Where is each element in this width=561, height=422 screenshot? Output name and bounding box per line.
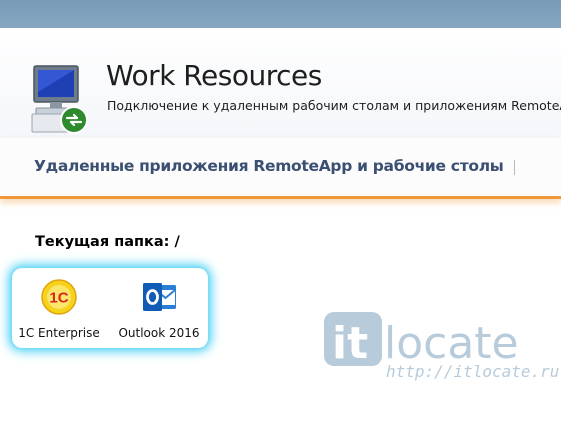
1c-enterprise-icon: 1C bbox=[41, 279, 77, 315]
current-folder-label: Текущая папка: / bbox=[35, 234, 180, 250]
outlook-icon bbox=[143, 283, 176, 311]
nav-bar: Удаленные приложения RemoteApp и рабочие… bbox=[0, 138, 561, 199]
app-title: Work Resources bbox=[106, 59, 322, 92]
tab-remoteapp-desktops[interactable]: Удаленные приложения RemoteApp и рабочие… bbox=[34, 157, 504, 175]
nav-separator bbox=[514, 160, 515, 175]
itlocate-logo: it locate bbox=[324, 312, 519, 369]
window-top-bar bbox=[0, 0, 561, 28]
apps-panel: 1C 1C Enterprise Outlook 2016 bbox=[12, 268, 208, 348]
app-subtitle: Подключение к удаленным рабочим столам и… bbox=[107, 98, 561, 113]
watermark: it locate http://itlocate.ru bbox=[322, 300, 559, 392]
app-label: 1C Enterprise bbox=[18, 326, 100, 340]
remote-app-page: Work Resources Подключение к удаленным р… bbox=[0, 0, 561, 422]
header: Work Resources Подключение к удаленным р… bbox=[0, 28, 561, 138]
svg-text:1C: 1C bbox=[49, 290, 68, 307]
svg-text:it: it bbox=[332, 318, 368, 369]
remote-desktop-computer-icon bbox=[31, 65, 88, 134]
app-tile-outlook[interactable]: Outlook 2016 bbox=[112, 274, 206, 344]
app-tile-1c-enterprise[interactable]: 1C 1C Enterprise bbox=[12, 274, 106, 344]
app-label: Outlook 2016 bbox=[118, 326, 200, 340]
watermark-url: http://itlocate.ru bbox=[386, 362, 560, 381]
